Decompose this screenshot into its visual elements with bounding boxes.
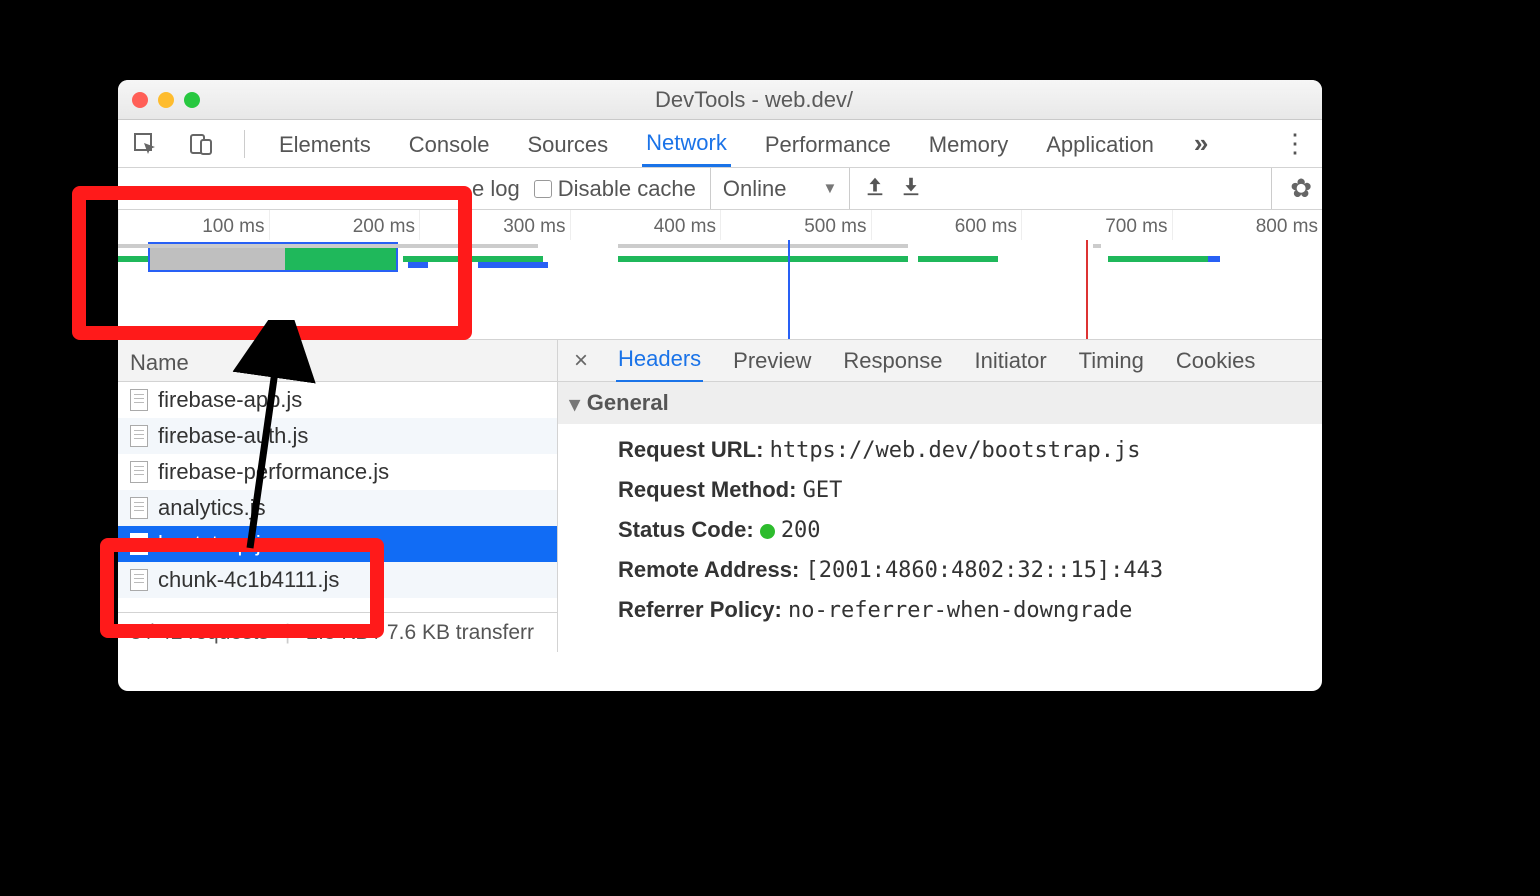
file-icon — [130, 497, 148, 519]
annotation-arrow-icon — [180, 320, 340, 560]
download-har-icon[interactable] — [900, 175, 922, 203]
tick: 300 ms — [419, 210, 570, 240]
request-name: chunk-4c1b4111.js — [158, 567, 339, 593]
throttling-value: Online — [723, 176, 787, 202]
tab-elements[interactable]: Elements — [275, 122, 375, 166]
tick: 100 ms — [118, 210, 269, 240]
window-title: DevTools - web.dev/ — [200, 87, 1308, 113]
kv-row: Referrer Policy: no-referrer-when-downgr… — [618, 590, 1322, 630]
tick: 800 ms — [1172, 210, 1323, 240]
tick: 400 ms — [570, 210, 721, 240]
dom-content-line — [788, 240, 790, 339]
status-requests: 8 / 42 requests — [130, 621, 269, 645]
tab-console[interactable]: Console — [405, 122, 494, 166]
tick: 600 ms — [871, 210, 1022, 240]
file-icon — [130, 533, 148, 555]
kv-row: Status Code: 200 — [618, 510, 1322, 550]
tabs-overflow-icon[interactable]: » — [1194, 128, 1208, 159]
overview-bars — [118, 250, 1322, 270]
file-icon — [130, 389, 148, 411]
file-icon — [130, 461, 148, 483]
tab-sources[interactable]: Sources — [523, 122, 612, 166]
disable-cache-checkbox[interactable]: Disable cache — [534, 176, 696, 202]
request-row[interactable]: chunk-4c1b4111.js — [118, 562, 557, 598]
zoom-icon[interactable] — [184, 92, 200, 108]
disclosure-icon: ▶ — [567, 400, 584, 411]
upload-har-icon[interactable] — [864, 175, 886, 203]
throttling-select[interactable]: Online ▼ — [710, 168, 850, 209]
tab-application[interactable]: Application — [1042, 122, 1158, 166]
dropdown-icon: ▼ — [823, 180, 838, 197]
disable-cache-label: Disable cache — [558, 176, 696, 202]
traffic-lights — [132, 92, 200, 108]
request-details: ▶General Request URL: https://web.dev/bo… — [558, 382, 1322, 652]
titlebar: DevTools - web.dev/ — [118, 80, 1322, 120]
load-line — [1086, 240, 1088, 339]
network-toolbar: e log Disable cache Online ▼ ✿ — [118, 168, 1322, 210]
detail-tab-response[interactable]: Response — [841, 340, 944, 382]
inspect-icon[interactable] — [132, 131, 158, 157]
detail-tab-timing[interactable]: Timing — [1077, 340, 1146, 382]
kv-row: Request Method: GET — [618, 470, 1322, 510]
tab-network[interactable]: Network — [642, 120, 731, 167]
detail-tab-cookies[interactable]: Cookies — [1174, 340, 1257, 382]
tick: 500 ms — [720, 210, 871, 240]
section-title: General — [587, 390, 669, 415]
detail-tab-initiator[interactable]: Initiator — [973, 340, 1049, 382]
kv-row: Request URL: https://web.dev/bootstrap.j… — [618, 430, 1322, 470]
detail-tab-preview[interactable]: Preview — [731, 340, 813, 382]
tick: 700 ms — [1021, 210, 1172, 240]
minimize-icon[interactable] — [158, 92, 174, 108]
tick: 200 ms — [269, 210, 420, 240]
network-settings-icon[interactable]: ✿ — [1271, 168, 1312, 209]
preserve-log-label: e log — [472, 176, 520, 202]
status-transfer: 2.3 KB / 7.6 KB transferr — [306, 621, 534, 645]
detail-tab-headers[interactable]: Headers — [616, 338, 703, 383]
file-icon — [130, 425, 148, 447]
tab-performance[interactable]: Performance — [761, 122, 895, 166]
close-icon[interactable] — [132, 92, 148, 108]
file-icon — [130, 569, 148, 591]
close-details-button[interactable]: × — [574, 347, 588, 375]
kv-row: Remote Address: [2001:4860:4802:32::15]:… — [618, 550, 1322, 590]
panel-tabs: Elements Console Sources Network Perform… — [118, 120, 1322, 168]
device-toggle-icon[interactable] — [188, 131, 214, 157]
tab-memory[interactable]: Memory — [925, 122, 1012, 166]
settings-menu-icon[interactable]: ⋮ — [1282, 128, 1308, 159]
headers-section-general[interactable]: ▶General — [558, 382, 1322, 424]
status-bar: 8 / 42 requests | 2.3 KB / 7.6 KB transf… — [118, 612, 557, 652]
status-dot-icon — [760, 524, 775, 539]
